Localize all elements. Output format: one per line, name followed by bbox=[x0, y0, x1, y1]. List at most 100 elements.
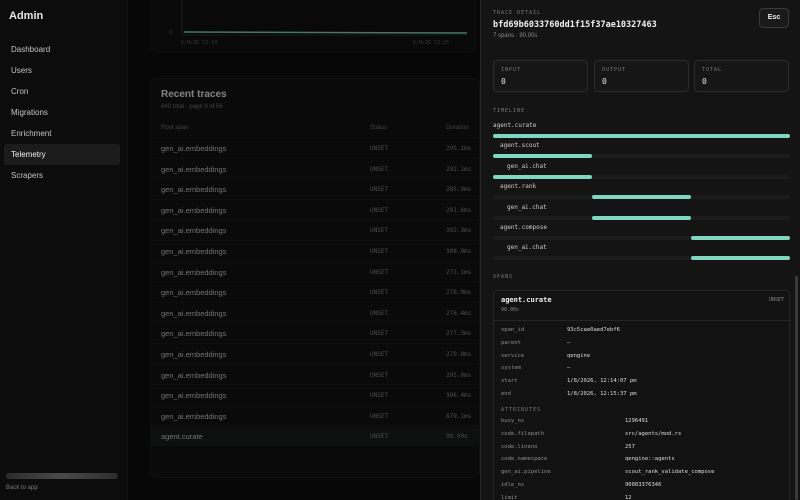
table-row[interactable]: gen_ai.embeddings UNSET 306.4ms bbox=[151, 384, 479, 405]
field-row: service qengine bbox=[501, 353, 786, 363]
cell-name: gen_ai.embeddings bbox=[161, 185, 227, 195]
cell-status: UNSET bbox=[370, 309, 389, 317]
cell-name: gen_ai.embeddings bbox=[161, 349, 227, 359]
stat-label: INPUT bbox=[501, 67, 522, 73]
recent-traces-card: Recent traces 840 total · page 9 of 56 R… bbox=[150, 78, 480, 478]
table-row[interactable]: gen_ai.embeddings UNSET 295.1ms bbox=[151, 137, 479, 158]
table-row[interactable]: agent.curate UNSET 90.00s bbox=[151, 425, 479, 446]
cell-name: gen_ai.embeddings bbox=[161, 226, 227, 236]
table-row[interactable]: gen_ai.embeddings UNSET 879.1ms bbox=[151, 404, 479, 426]
timeline-bar bbox=[591, 215, 692, 220]
cell-duration: 295.0ms bbox=[446, 371, 472, 379]
field-value: qengine::agents bbox=[625, 456, 675, 463]
timeline-row[interactable]: gen_ai.chat bbox=[493, 244, 790, 264]
recent-traces-title: Recent traces bbox=[161, 89, 227, 100]
timeline-bar bbox=[493, 134, 790, 138]
field-value: src/agents/mod.rs bbox=[625, 430, 682, 437]
sidebar-item-cron[interactable]: Cron bbox=[4, 81, 120, 102]
sidebar-item-enrichment[interactable]: Enrichment bbox=[4, 123, 120, 144]
table-row[interactable]: gen_ai.embeddings UNSET 277.3ms bbox=[151, 322, 479, 343]
field-key: busy_ns bbox=[501, 418, 525, 424]
cell-name: gen_ai.embeddings bbox=[161, 164, 227, 174]
timeline-row[interactable]: agent.compose bbox=[493, 224, 790, 244]
chart-x-tick-start: 1/8/26 12:14 bbox=[181, 40, 218, 46]
timeline-bar bbox=[591, 195, 692, 200]
cell-duration: 272.1ms bbox=[446, 268, 472, 276]
back-to-app-link[interactable]: Back to app bbox=[6, 485, 38, 491]
table-row[interactable]: gen_ai.embeddings UNSET 308.0ms bbox=[151, 239, 479, 261]
timeline-bar bbox=[691, 236, 790, 240]
table-row[interactable]: gen_ai.embeddings UNSET 291.6ms bbox=[151, 198, 479, 220]
table-row[interactable]: gen_ai.embeddings UNSET 292.1ms bbox=[151, 157, 479, 179]
table-row[interactable]: gen_ai.embeddings UNSET 278.9ms bbox=[151, 281, 479, 302]
attributes-label: ATTRIBUTES bbox=[501, 407, 542, 413]
timeline-track bbox=[493, 174, 790, 179]
table-row[interactable]: gen_ai.embeddings UNSET 276.4ms bbox=[151, 301, 479, 323]
field-row: parent — bbox=[501, 340, 786, 350]
table-row[interactable]: gen_ai.embeddings UNSET 295.0ms bbox=[151, 363, 479, 385]
field-key: idle_ns bbox=[501, 482, 525, 488]
timeline-bar bbox=[493, 174, 592, 179]
trace-detail-label: TRACE DETAIL bbox=[493, 10, 542, 16]
timeline-row[interactable]: agent.rank bbox=[493, 183, 790, 203]
chart-y-tick: 0 bbox=[169, 30, 172, 36]
table-row[interactable]: gen_ai.embeddings UNSET 285.9ms bbox=[151, 178, 479, 199]
span-detail-card: agent.curate 90.00s UNSET span_id 93c5cae… bbox=[493, 290, 791, 500]
close-button[interactable]: Esc bbox=[759, 8, 789, 28]
table-row[interactable]: gen_ai.embeddings UNSET 302.3ms bbox=[151, 219, 479, 240]
cell-name: gen_ai.embeddings bbox=[161, 308, 227, 318]
table-row[interactable]: gen_ai.embeddings UNSET 272.1ms bbox=[151, 260, 479, 282]
column-root-span: Root span bbox=[161, 125, 189, 131]
admin-app: Admin Dashboard Users Cron Migrations Enrich… bbox=[0, 0, 800, 500]
attribute-row: gen_ai.pipeline scout_rank_validate_compo… bbox=[501, 469, 786, 479]
field-key: code.filepath bbox=[501, 430, 545, 437]
cell-duration: 295.1ms bbox=[446, 145, 472, 152]
timeline-row[interactable]: agent.scout bbox=[493, 142, 790, 162]
timeline-bar bbox=[691, 256, 790, 261]
cell-name: gen_ai.embeddings bbox=[161, 267, 227, 277]
timeline-row[interactable]: agent.curate bbox=[493, 122, 790, 142]
table-row[interactable]: gen_ai.embeddings UNSET 279.8ms bbox=[151, 342, 479, 364]
field-value: 257 bbox=[625, 443, 635, 450]
attribute-row: limit 12 bbox=[501, 495, 786, 500]
field-value: 12 bbox=[625, 494, 632, 500]
sidebar-user-bar[interactable] bbox=[6, 473, 118, 479]
cell-status: UNSET bbox=[370, 330, 389, 338]
cell-duration: 292.1ms bbox=[446, 165, 472, 173]
panel-scrollbar[interactable] bbox=[795, 276, 798, 500]
field-value: — bbox=[567, 339, 571, 346]
field-value: 90083376346 bbox=[625, 482, 662, 488]
timeline-row[interactable]: gen_ai.chat bbox=[493, 163, 790, 183]
span-header[interactable]: agent.curate 90.00s UNSET bbox=[494, 291, 791, 321]
app-title: Admin bbox=[9, 10, 44, 22]
stat-value: 0 bbox=[602, 77, 607, 86]
sidebar-item-scrapers[interactable]: Scrapers bbox=[4, 165, 120, 186]
cell-status: UNSET bbox=[370, 227, 389, 235]
cell-status: UNSET bbox=[370, 289, 389, 297]
cell-name: gen_ai.embeddings bbox=[161, 391, 227, 401]
field-key: system bbox=[501, 365, 521, 372]
cell-name: gen_ai.embeddings bbox=[161, 144, 227, 153]
cell-status: UNSET bbox=[370, 165, 389, 173]
sidebar-item-dashboard[interactable]: Dashboard bbox=[4, 39, 120, 60]
stat-total: TOTAL 0 bbox=[694, 60, 789, 92]
stat-value: 0 bbox=[702, 77, 707, 86]
cell-name: gen_ai.embeddings bbox=[161, 288, 227, 298]
cell-duration: 285.9ms bbox=[446, 186, 472, 194]
span-status-badge: UNSET bbox=[768, 297, 784, 303]
cell-name: gen_ai.embeddings bbox=[161, 370, 227, 380]
timeline-span-name: agent.compose bbox=[500, 224, 547, 231]
cell-status: UNSET bbox=[370, 412, 389, 420]
field-key: limit bbox=[501, 494, 518, 500]
sidebar-item-telemetry[interactable]: Telemetry bbox=[4, 144, 120, 165]
stat-label: OUTPUT bbox=[602, 67, 627, 73]
timeline-row[interactable]: gen_ai.chat bbox=[493, 204, 790, 224]
timeline-track bbox=[493, 195, 790, 200]
cell-status: UNSET bbox=[370, 268, 389, 276]
cell-duration: 308.0ms bbox=[446, 247, 472, 255]
cell-status: UNSET bbox=[370, 392, 389, 400]
timeline-label: TIMELINE bbox=[493, 108, 526, 114]
sidebar-item-migrations[interactable]: Migrations bbox=[4, 102, 120, 123]
attribute-row: code.filepath src/agents/mod.rs bbox=[501, 431, 786, 441]
sidebar-item-users[interactable]: Users bbox=[4, 60, 120, 81]
